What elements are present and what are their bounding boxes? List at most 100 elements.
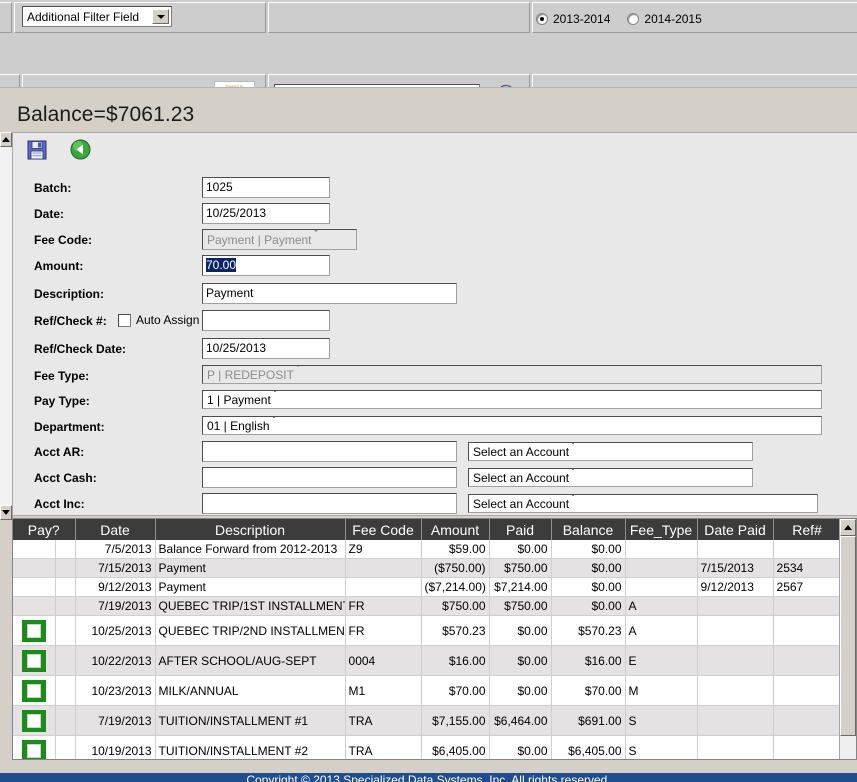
grid-scrollbar-track[interactable] — [840, 536, 856, 759]
amount-cell: ($750.00) — [421, 559, 489, 578]
additional-filter-field-combo[interactable]: Additional Filter Field — [22, 6, 172, 27]
form-row-acct-ar: Acct AR: Select an Account — [13, 441, 857, 463]
fee-type-cell — [625, 540, 697, 559]
date-paid-cell — [697, 597, 773, 616]
column-header-pay[interactable]: Pay? — [13, 519, 75, 540]
acct-inc-label: Acct Inc: — [34, 497, 85, 511]
table-row[interactable]: 9/12/2013Payment($7,214.00)$7,214.00$0.0… — [13, 578, 841, 597]
chevron-down-icon — [294, 367, 302, 382]
amount-cell: $70.00 — [421, 676, 489, 706]
pay-checkbox-cell[interactable] — [13, 616, 55, 646]
transactions-grid: Pay? Date Description Fee Code Amount Pa… — [12, 518, 857, 760]
pay-checkbox-cell[interactable] — [13, 676, 55, 706]
amount-input[interactable]: 70.00 — [202, 255, 330, 276]
scroll-up-button[interactable] — [0, 132, 12, 147]
options-bar: Leave Open Auto Pay? Powered by e-pay St… — [0, 36, 857, 87]
pay-checkbox[interactable] — [22, 650, 46, 672]
table-row[interactable]: 7/19/2013TUITION/INSTALLMENT #1TRA$7,155… — [13, 706, 841, 736]
column-header-description[interactable]: Description — [155, 519, 345, 540]
column-header-fee-type[interactable]: Fee_Type — [625, 519, 697, 540]
acct-ar-account-combo[interactable]: Select an Account — [468, 442, 753, 461]
fee-code-label: Fee Code: — [34, 233, 92, 247]
table-row[interactable]: 10/25/2013QUEBEC TRIP/2ND INSTALLMENTFR$… — [13, 616, 841, 646]
acct-inc-input[interactable] — [202, 493, 457, 514]
acct-ar-input[interactable] — [202, 441, 457, 462]
acct-inc-account-combo[interactable]: Select an Account — [468, 494, 818, 513]
pay-checkbox[interactable] — [22, 620, 46, 642]
chevron-down-icon[interactable] — [271, 392, 279, 407]
chevron-down-icon[interactable] — [270, 418, 278, 433]
acct-ar-account-value: Select an Account — [473, 445, 569, 459]
chevron-down-icon[interactable] — [569, 496, 577, 511]
fee-type-value: P | REDEPOSIT — [207, 368, 294, 382]
department-combo[interactable]: 01 | English — [202, 416, 822, 435]
table-row[interactable]: 7/19/2013QUEBEC TRIP/1ST INSTALLMENTFR$7… — [13, 597, 841, 616]
table-row[interactable]: 10/23/2013MILK/ANNUALM1$70.00$0.00$70.00… — [13, 676, 841, 706]
description-label: Description: — [34, 287, 104, 301]
description-input[interactable]: Payment — [202, 283, 457, 304]
scrollbar-track[interactable] — [0, 147, 12, 505]
fee-code-cell — [345, 559, 421, 578]
pay-checkbox[interactable] — [22, 680, 46, 702]
amount-cell: $16.00 — [421, 646, 489, 676]
table-row[interactable]: 10/22/2013AFTER SCHOOL/AUG-SEPT0004$16.0… — [13, 646, 841, 676]
grid-vertical-scrollbar[interactable] — [839, 519, 856, 759]
school-year-radio-group: 2013-2014 2014-2015 — [536, 12, 714, 26]
paid-cell: $6,464.00 — [489, 706, 551, 736]
table-row[interactable]: 7/15/2013Payment($750.00)$750.00$0.007/1… — [13, 559, 841, 578]
acct-cash-account-combo[interactable]: Select an Account — [468, 468, 753, 487]
fee-type-cell — [625, 578, 697, 597]
table-row[interactable]: 10/19/2013TUITION/INSTALLMENT #2TRA$6,40… — [13, 736, 841, 761]
description-cell: Balance Forward from 2012-2013 — [155, 540, 345, 559]
balance-cell: $570.23 — [551, 616, 625, 646]
form-row-ref-check-number: Ref/Check #: Auto Assign — [13, 310, 857, 332]
column-header-fee-code[interactable]: Fee Code — [345, 519, 421, 540]
radio-2014-2015-label: 2014-2015 — [644, 12, 701, 26]
save-icon[interactable] — [27, 140, 47, 160]
auto-assign-label: Auto Assign — [136, 313, 199, 327]
description-cell: Payment — [155, 578, 345, 597]
paid-cell: $750.00 — [489, 559, 551, 578]
batch-input[interactable]: 1025 — [202, 177, 330, 198]
radio-2013-2014[interactable] — [536, 13, 548, 25]
pay-checkbox-cell[interactable] — [13, 736, 55, 761]
column-header-balance[interactable]: Balance — [551, 519, 625, 540]
balance-cell: $691.00 — [551, 706, 625, 736]
pay-checkbox-cell[interactable] — [13, 646, 55, 676]
chevron-down-icon[interactable] — [152, 9, 169, 24]
scroll-down-button[interactable] — [0, 505, 12, 520]
column-header-date[interactable]: Date — [75, 519, 155, 540]
date-paid-cell — [697, 676, 773, 706]
grid-scroll-up-button[interactable] — [840, 519, 856, 536]
paid-cell: $0.00 — [489, 616, 551, 646]
description-cell: QUEBEC TRIP/1ST INSTALLMENT — [155, 597, 345, 616]
column-header-ref[interactable]: Ref# — [773, 519, 841, 540]
fee-code-combo: Payment | Payment — [202, 229, 357, 250]
fee-type-cell: E — [625, 646, 697, 676]
date-input[interactable]: 10/25/2013 — [202, 203, 330, 224]
ref-check-number-input[interactable] — [202, 310, 330, 331]
chevron-down-icon[interactable] — [569, 444, 577, 459]
column-header-paid[interactable]: Paid — [489, 519, 551, 540]
triangle-down-icon — [2, 510, 10, 515]
table-row[interactable]: 7/5/2013Balance Forward from 2012-2013Z9… — [13, 540, 841, 559]
topbar-segment-left — [0, 2, 12, 33]
auto-assign-checkbox[interactable] — [118, 314, 131, 327]
acct-ar-label: Acct AR: — [34, 445, 84, 459]
pay-checkbox-cell[interactable] — [13, 706, 55, 736]
column-header-date-paid[interactable]: Date Paid — [697, 519, 773, 540]
additional-filter-field-value: Additional Filter Field — [27, 10, 139, 24]
column-header-amount[interactable]: Amount — [421, 519, 489, 540]
form-row-pay-type: Pay Type: 1 | Payment — [13, 390, 857, 412]
pay-checkbox[interactable] — [22, 740, 46, 761]
pay-checkbox[interactable] — [22, 710, 46, 732]
back-arrow-icon[interactable] — [70, 139, 91, 160]
row-indicator-cell — [55, 616, 75, 646]
acct-cash-input[interactable] — [202, 467, 457, 488]
pay-type-combo[interactable]: 1 | Payment — [202, 390, 822, 409]
ref-check-date-input[interactable]: 10/25/2013 — [202, 338, 330, 359]
grid-scrollbar-thumb[interactable] — [840, 536, 856, 736]
form-row-description: Description: Payment — [13, 283, 857, 305]
radio-2014-2015[interactable] — [627, 13, 639, 25]
chevron-down-icon[interactable] — [569, 470, 577, 485]
